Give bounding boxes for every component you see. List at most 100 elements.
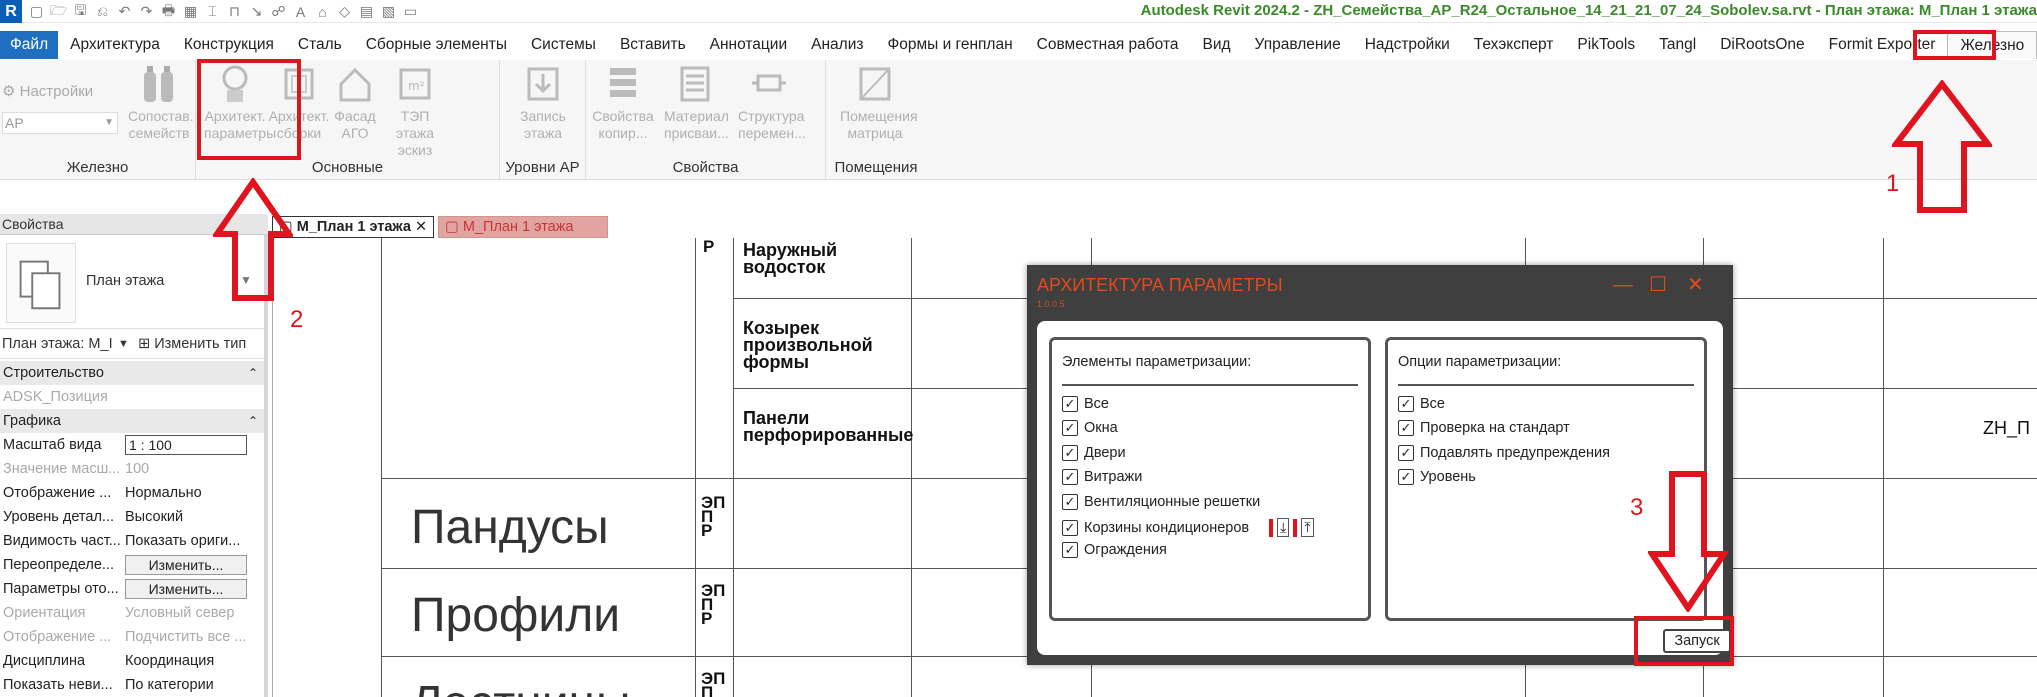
checkbox[interactable]: ✓ [1398, 420, 1414, 437]
undo-icon[interactable]: ↶ [115, 3, 134, 20]
checkbox[interactable]: ✓ [1062, 493, 1078, 510]
checkbox-item[interactable]: ✓ Корзины кондиционеров ⤓ ⤒ [1062, 518, 1314, 537]
edit-button[interactable]: Изменить... [125, 579, 247, 599]
checkbox-label: Ограждения [1084, 542, 1167, 559]
tab-architecture[interactable]: Архитектура [58, 31, 172, 59]
minimize-icon[interactable]: — [1613, 275, 1633, 295]
close-icon[interactable]: ✕ [415, 219, 427, 235]
window-icon[interactable]: ▤ [357, 3, 376, 20]
tab-collaborate[interactable]: Совместная работа [1025, 31, 1191, 59]
tab-file[interactable]: Файл [0, 31, 59, 59]
chevron-down-icon[interactable]: ▼ [118, 329, 129, 359]
print-icon[interactable]: 🖶 [159, 0, 178, 24]
checkbox[interactable]: ✓ [1062, 396, 1078, 412]
checkbox[interactable]: ✓ [1062, 444, 1078, 461]
checkbox-item[interactable]: ✓ Проверка на стандарт [1398, 420, 1570, 437]
close-icon[interactable]: ✕ [1687, 275, 1704, 295]
sync-icon[interactable]: ⎌ [93, 3, 112, 20]
facade-ago-button[interactable]: Фасад АГО [330, 64, 380, 142]
tab-structure[interactable]: Конструкция [172, 31, 286, 59]
property-category[interactable]: Строительство ⌃ [0, 361, 264, 385]
checkbox-item[interactable]: ✓ Подавлять предупреждения [1398, 444, 1610, 461]
import-export-icon[interactable]: ⤓ ⤒ [1269, 518, 1314, 537]
checkbox[interactable]: ✓ [1062, 469, 1078, 486]
checkbox-item[interactable]: ✓ Вентиляционные решетки [1062, 493, 1261, 510]
instance-filter[interactable]: План этажа: М_I [2, 336, 113, 352]
tab-dirootsone[interactable]: DiRootsOne [1708, 31, 1816, 59]
discipline-combo[interactable]: АР ▼ [2, 112, 118, 134]
checkbox-item[interactable]: ✓ Все [1062, 396, 1109, 412]
settings-button[interactable]: ⚙ Настройки [2, 82, 93, 100]
view-tab-secondary[interactable]: ▢ М_План 1 этажа [438, 216, 609, 238]
property-key: Графика [3, 413, 61, 429]
view-tab-active[interactable]: ▢ М_План 1 этажа ✕ [272, 216, 435, 238]
annotation-2: 2 [290, 306, 304, 333]
checkbox-item[interactable]: ✓ Уровень [1398, 469, 1476, 486]
tab-addins[interactable]: Надстройки [1353, 31, 1462, 59]
redo-icon[interactable]: ↷ [137, 3, 156, 20]
checkbox[interactable]: ✓ [1062, 420, 1078, 437]
checkbox-item[interactable]: ✓ Ограждения [1062, 542, 1167, 559]
checkbox-item[interactable]: ✓ Окна [1062, 420, 1118, 437]
checkbox-item[interactable]: ✓ Все [1398, 396, 1445, 412]
tep-floor-button[interactable]: m² ТЭП этажа эскиз [384, 64, 446, 159]
switch-icon[interactable]: ▧ [379, 3, 398, 20]
annotation-3: 3 [1630, 494, 1644, 521]
house-icon [339, 67, 371, 102]
scale-input[interactable]: 1 : 100 [125, 435, 247, 455]
maximize-icon[interactable]: ☐ [1649, 275, 1667, 295]
checkbox[interactable]: ✓ [1062, 542, 1078, 559]
checkbox[interactable]: ✓ [1398, 396, 1414, 412]
compare-families-button[interactable]: Сопостав. семейств [128, 64, 194, 142]
copy-properties-button[interactable]: Свойства копир... [592, 64, 654, 142]
tab-analyze[interactable]: Анализ [799, 31, 875, 59]
structure-variables-button[interactable]: Структура перемен... [738, 64, 806, 142]
structure-variables-label: Структура перемен... [738, 108, 806, 141]
checkbox[interactable]: ✓ [1398, 444, 1414, 461]
material-assign-button[interactable]: Материал присваи... [664, 64, 729, 142]
rooms-matrix-button[interactable]: Помещения матрица [840, 64, 918, 142]
collapse-icon[interactable]: ⌃ [248, 409, 258, 433]
checkbox-item[interactable]: ✓ Витражи [1062, 469, 1142, 486]
measure-icon[interactable]: ⌶ [203, 3, 222, 20]
arrow-down-icon [1648, 471, 1728, 612]
property-key: Масштаб вида [3, 437, 102, 453]
tab-massing[interactable]: Формы и генплан [875, 31, 1024, 59]
tab-systems[interactable]: Системы [519, 31, 608, 59]
tag-icon[interactable]: ☍ [269, 3, 288, 20]
property-row: ADSK_Позиция [0, 385, 264, 409]
tab-tangl[interactable]: Tangl [1647, 31, 1708, 59]
qat-icon[interactable]: ▢ [27, 3, 46, 20]
property-category[interactable]: Графика ⌃ [0, 409, 264, 433]
tab-techexpert[interactable]: Техэксперт [1462, 31, 1566, 59]
edit-type-button[interactable]: ⊞ Изменить тип [138, 329, 246, 359]
edit-button[interactable]: Изменить... [125, 555, 247, 575]
tab-steel[interactable]: Сталь [286, 31, 354, 59]
tab-annotate[interactable]: Аннотации [698, 31, 799, 59]
save-icon[interactable]: 🖫 [71, 0, 90, 24]
view-tabs: ▢ М_План 1 этажа ✕ ▢ М_План 1 этажа [272, 216, 609, 238]
home-icon[interactable]: ⌂ [313, 4, 332, 20]
section-code: ЭП П Р [701, 581, 726, 628]
collapse-icon[interactable]: ⌃ [248, 361, 258, 385]
grid-icon[interactable]: ▦ [181, 3, 200, 20]
floor-record-button[interactable]: Запись этажа [512, 64, 574, 142]
tab-manage[interactable]: Управление [1243, 31, 1353, 59]
window-title: Autodesk Revit 2024.2 - ZH_Семейства_АР_… [1140, 2, 2037, 19]
revit-logo[interactable]: R [0, 0, 22, 23]
tab-insert[interactable]: Вставить [608, 31, 698, 59]
customize-icon[interactable]: ▭ [401, 3, 420, 20]
tab-precast[interactable]: Сборные элементы [354, 31, 519, 59]
text-icon[interactable]: A [291, 4, 310, 20]
dimension-icon[interactable]: ⊓ [225, 3, 244, 20]
tab-piktools[interactable]: PikTools [1565, 31, 1647, 59]
arrow-icon[interactable]: ↘ [247, 3, 266, 20]
open-icon[interactable]: 🗁 [49, 0, 68, 24]
checkbox[interactable]: ✓ [1398, 469, 1414, 486]
checkbox[interactable]: ✓ [1062, 519, 1078, 536]
checkbox-item[interactable]: ✓ Двери [1062, 444, 1126, 461]
tab-view[interactable]: Вид [1191, 31, 1243, 59]
download-icon [527, 67, 559, 101]
checkbox-label: Вентиляционные решетки [1084, 493, 1261, 510]
diamond-icon[interactable]: ◇ [335, 3, 354, 20]
